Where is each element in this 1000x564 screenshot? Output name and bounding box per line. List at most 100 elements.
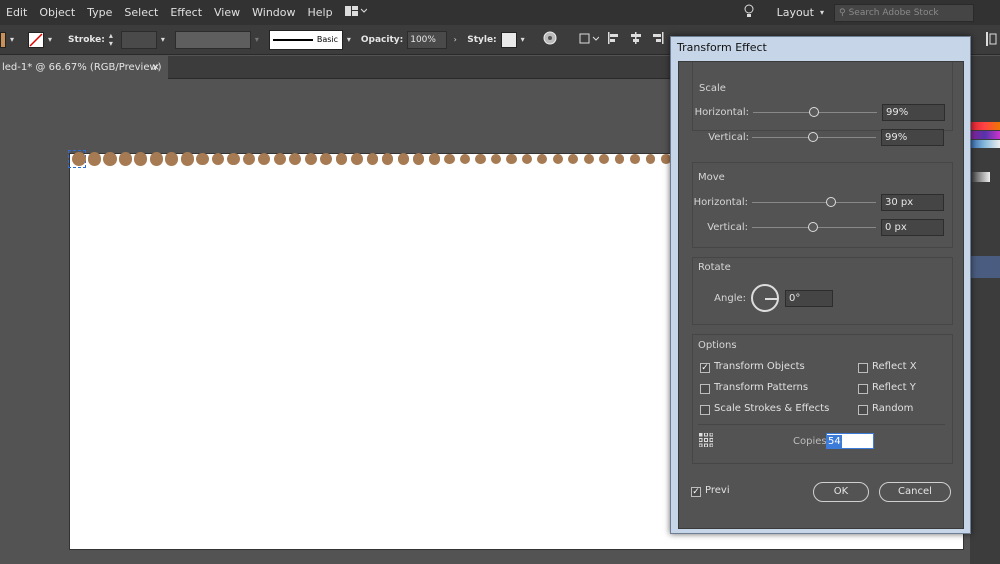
brush-definition-field[interactable]: Basic <box>268 29 343 50</box>
right-panel-dock <box>970 56 1000 564</box>
menu-object[interactable]: Object <box>33 6 81 19</box>
dot-copy <box>72 152 86 166</box>
menu-type[interactable]: Type <box>81 6 118 19</box>
fill-dropdown-icon[interactable]: ▾ <box>6 31 18 49</box>
menu-window[interactable]: Window <box>246 6 301 19</box>
move-vertical-field[interactable]: 0 px <box>881 219 944 236</box>
move-vertical-label: Vertical: <box>707 222 748 233</box>
transform-patterns-checkbox[interactable] <box>700 384 710 394</box>
transform-objects-checkbox[interactable]: ✓ <box>700 363 710 373</box>
scale-vertical-field[interactable]: 99% <box>881 129 944 146</box>
variable-width-dropdown-icon[interactable]: ▾ <box>251 31 263 49</box>
scale-group: Scale Horizontal: 99% Vertical: <box>692 62 953 143</box>
menu-help[interactable]: Help <box>302 6 339 19</box>
panel-highlight[interactable] <box>970 256 1000 278</box>
opacity-field[interactable]: 100% <box>407 30 448 49</box>
close-tab-icon[interactable]: × <box>152 62 160 73</box>
search-placeholder: Search Adobe Stock <box>848 7 939 18</box>
move-vertical-slider-knob[interactable] <box>808 222 818 232</box>
angle-dial[interactable] <box>751 284 779 312</box>
reflect-x-label: Reflect X <box>872 361 917 372</box>
swatch-purple[interactable] <box>970 131 1000 139</box>
reflect-y-checkbox[interactable] <box>858 384 868 394</box>
stroke-swatch[interactable] <box>28 31 44 48</box>
dot-copy <box>428 153 440 165</box>
menu-bar: Edit Object Type Select Effect View Wind… <box>0 0 1000 25</box>
opacity-dropdown-icon[interactable]: › <box>449 31 461 49</box>
preview-checkbox[interactable]: ✓ <box>691 487 701 497</box>
reference-point-locator-icon[interactable] <box>698 432 714 448</box>
move-horizontal-field[interactable]: 30 px <box>881 194 944 211</box>
stroke-weight-stepper-icon[interactable]: ▴ ▾ <box>109 31 119 48</box>
move-title: Move <box>698 172 725 183</box>
copies-field[interactable]: 54 <box>826 433 874 449</box>
dot-copy <box>397 153 409 165</box>
reflect-y-label: Reflect Y <box>872 382 916 393</box>
scale-strokes-checkbox[interactable] <box>700 405 710 415</box>
options-divider <box>698 424 945 425</box>
scale-horizontal-slider-knob[interactable] <box>809 107 819 117</box>
angle-field[interactable]: 0° <box>785 290 833 307</box>
swatch-red[interactable] <box>970 122 1000 130</box>
stroke-weight-field[interactable] <box>120 30 157 49</box>
move-horizontal-slider-knob[interactable] <box>826 197 836 207</box>
lightbulb-icon[interactable] <box>743 4 755 21</box>
random-checkbox[interactable] <box>858 405 868 415</box>
scale-vertical-label: Vertical: <box>708 132 749 143</box>
menu-edit[interactable]: Edit <box>0 6 33 19</box>
copies-value: 54 <box>827 435 842 449</box>
brush-name: Basic <box>316 35 339 44</box>
transform-icon[interactable] <box>577 31 600 48</box>
recolor-artwork-icon[interactable] <box>543 31 557 48</box>
collapse-panels-icon[interactable] <box>984 30 998 48</box>
align-left-icon[interactable] <box>607 31 621 48</box>
dot-copy <box>521 153 532 165</box>
scale-title: Scale <box>699 83 726 94</box>
style-swatch[interactable] <box>500 31 517 48</box>
stroke-dropdown-icon[interactable]: ▾ <box>44 31 56 49</box>
transform-effect-dialog: Transform Effect Scale Horizontal: 99% V… <box>670 36 971 534</box>
dot-copy <box>335 153 348 165</box>
style-dropdown-icon[interactable]: ▾ <box>517 31 529 49</box>
dot-copy <box>366 153 379 165</box>
stock-search-input[interactable]: ⚲ Search Adobe Stock <box>834 3 974 22</box>
dot-copy <box>118 152 133 166</box>
dot-copy <box>599 154 609 164</box>
variable-width-field[interactable] <box>174 30 251 49</box>
search-icon: ⚲ <box>839 7 846 18</box>
arrange-documents-icon[interactable] <box>339 5 373 20</box>
dot-copy <box>506 153 517 165</box>
document-tab[interactable]: led-1* @ 66.67% (RGB/Preview) × <box>0 56 168 79</box>
swatch-blue[interactable] <box>970 140 1000 148</box>
move-horizontal-slider[interactable] <box>752 202 876 203</box>
dialog-body: Scale Horizontal: 99% Vertical: 99% Move… <box>678 61 964 529</box>
brush-dropdown-icon[interactable]: ▾ <box>343 31 355 49</box>
align-right-icon[interactable] <box>651 31 665 48</box>
dot-copy <box>165 152 179 166</box>
menu-select[interactable]: Select <box>118 6 164 19</box>
cancel-button[interactable]: Cancel <box>879 482 951 502</box>
dot-copy <box>320 153 332 165</box>
align-center-icon[interactable] <box>629 31 643 48</box>
opacity-label: Opacity: <box>360 34 404 45</box>
dot-copy <box>382 153 394 165</box>
dot-copy <box>227 152 240 166</box>
stroke-label: Stroke: <box>68 34 105 45</box>
stroke-weight-dropdown-icon[interactable]: ▾ <box>157 31 169 49</box>
move-horizontal-label: Horizontal: <box>693 197 748 208</box>
gradient-swatch[interactable] <box>970 172 990 182</box>
chevron-down-icon: ▾ <box>819 8 824 17</box>
dot-copy <box>273 152 286 166</box>
dot-copy <box>351 153 363 165</box>
rotate-title: Rotate <box>698 262 731 273</box>
swatch-strip[interactable] <box>970 122 1000 148</box>
reflect-x-checkbox[interactable] <box>858 363 868 373</box>
workspace-switcher[interactable]: Layout <box>777 6 814 19</box>
menu-effect[interactable]: Effect <box>164 6 208 19</box>
menu-view[interactable]: View <box>208 6 246 19</box>
dot-copy <box>630 154 640 164</box>
ok-button[interactable]: OK <box>813 482 869 502</box>
scale-vertical-slider-knob[interactable] <box>808 132 818 142</box>
scale-horizontal-field[interactable]: 99% <box>882 104 945 121</box>
preview-label: Previ <box>705 485 730 496</box>
